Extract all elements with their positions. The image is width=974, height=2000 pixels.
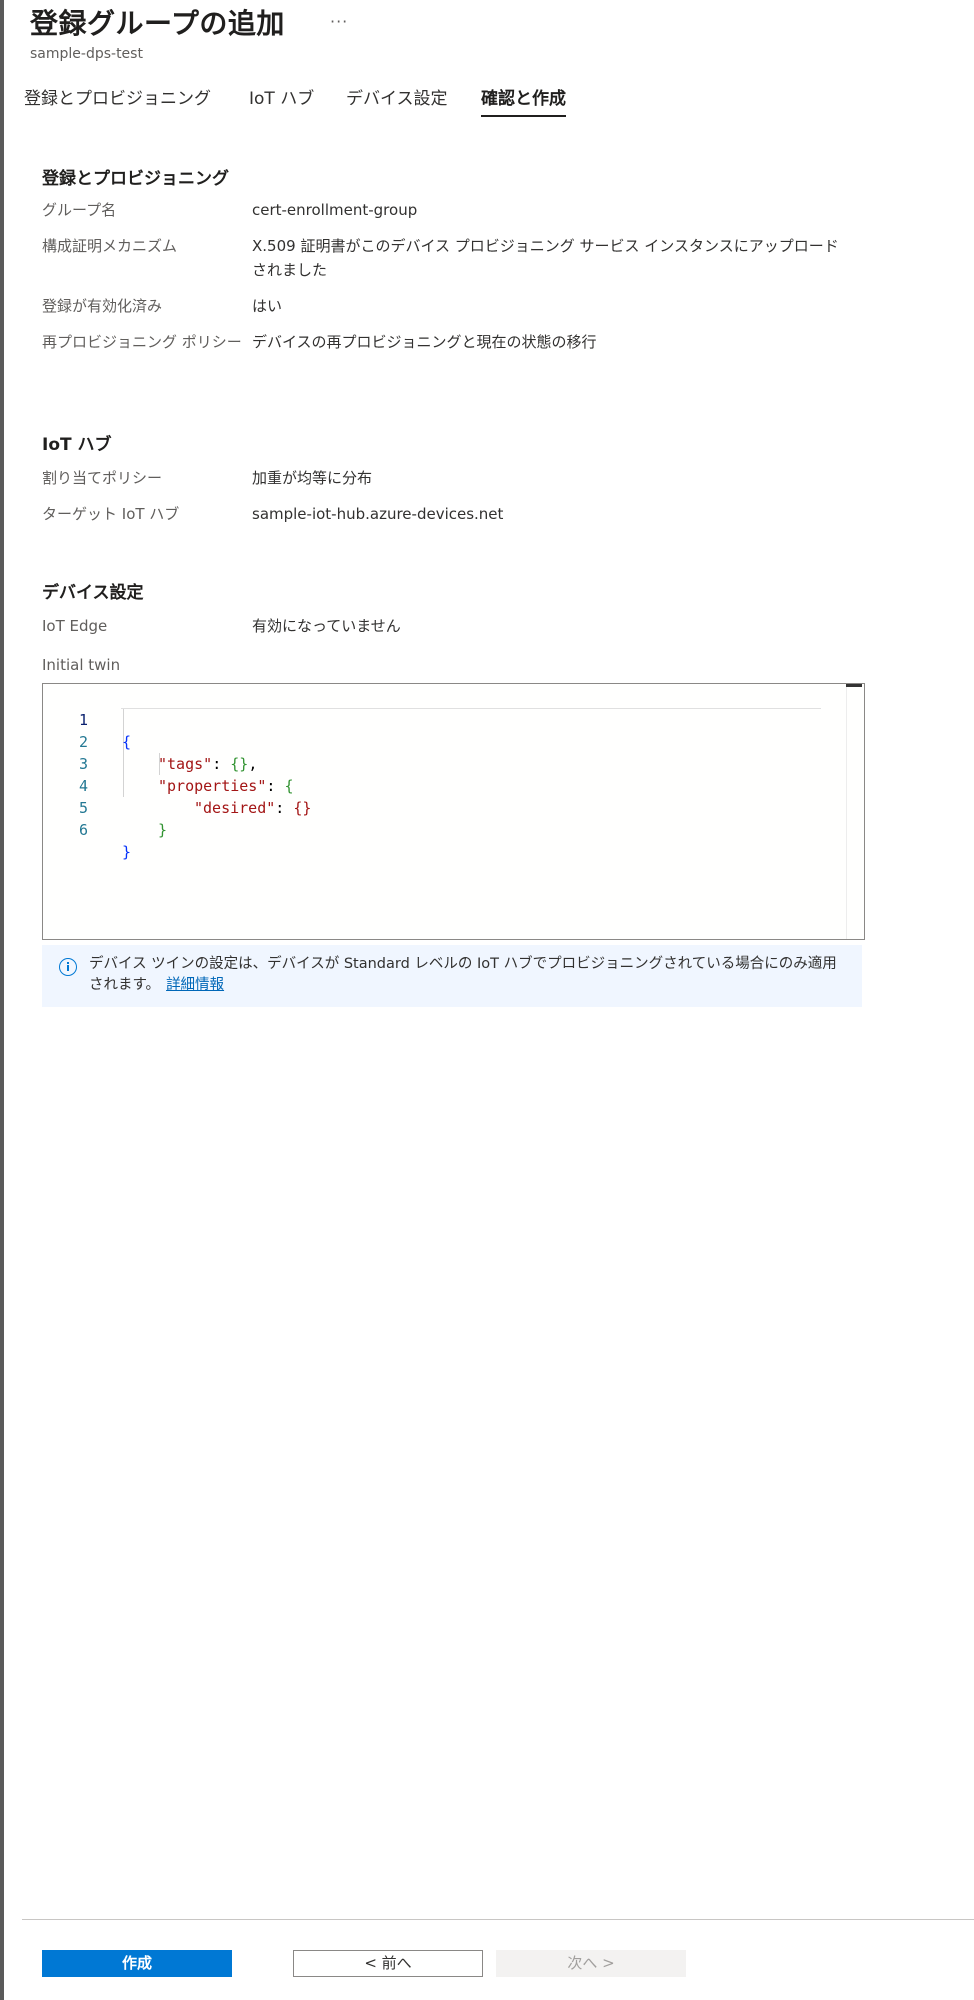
code-line: 1 {: [43, 687, 823, 751]
create-button[interactable]: 作成: [42, 1950, 232, 1977]
group-name-label: グループ名: [42, 201, 117, 219]
code-line: 4 "desired": {}: [43, 753, 823, 817]
allocation-policy-label: 割り当てポリシー: [42, 469, 163, 487]
iot-edge-value: 有効になっていません: [252, 617, 401, 635]
section-heading-iot-hub: IoT ハブ: [42, 435, 112, 455]
info-message: デバイス ツインの設定は、デバイスが Standard レベルの IoT ハブで…: [89, 954, 849, 996]
initial-twin-editor[interactable]: 1 { 2 "tags": {}, 3 "properties": { 4 "d…: [42, 683, 865, 940]
tab-device-settings[interactable]: デバイス設定: [346, 84, 448, 119]
learn-more-link[interactable]: 詳細情報: [166, 977, 224, 993]
tab-registration-provisioning[interactable]: 登録とプロビジョニング: [24, 84, 211, 119]
group-name-value: cert-enrollment-group: [252, 201, 418, 219]
previous-button[interactable]: < 前へ: [293, 1950, 483, 1977]
reprovision-policy-value: デバイスの再プロビジョニングと現在の状態の移行: [252, 333, 597, 351]
code-line: 6 }: [43, 797, 823, 861]
code-line: 3 "properties": {: [43, 731, 823, 795]
line-number: 6: [78, 821, 88, 839]
section-heading-provisioning: 登録とプロビジョニング: [42, 169, 229, 189]
target-iot-hub-label: ターゲット IoT ハブ: [42, 505, 180, 523]
iot-edge-label: IoT Edge: [42, 617, 108, 635]
tab-review-create[interactable]: 確認と作成: [481, 84, 566, 119]
attestation-value: X.509 証明書がこのデバイス プロビジョニング サービス インスタンスにアッ…: [252, 237, 839, 279]
brace: }: [158, 821, 168, 839]
enrollment-enabled-label: 登録が有効化済み: [42, 297, 163, 315]
allocation-policy-value: 加重が均等に分布: [252, 469, 373, 487]
attestation-label: 構成証明メカニズム: [42, 237, 178, 255]
window-left-border: [0, 0, 4, 2000]
tab-iot-hub[interactable]: IoT ハブ: [249, 84, 314, 119]
reprovision-policy-label: 再プロビジョニング ポリシー: [42, 333, 242, 351]
footer-divider: [22, 1919, 974, 1920]
info-icon: [59, 958, 77, 976]
page-title: 登録グループの追加: [30, 7, 285, 40]
next-button: 次へ >: [496, 1950, 686, 1977]
code-line: 2 "tags": {},: [43, 709, 823, 773]
target-iot-hub-value: sample-iot-hub.azure-devices.net: [252, 505, 504, 523]
brace: }: [122, 843, 132, 861]
initial-twin-label: Initial twin: [42, 656, 121, 674]
editor-scrollbar[interactable]: [846, 684, 864, 939]
more-options-button[interactable]: ···: [330, 12, 348, 31]
info-message-bar: デバイス ツインの設定は、デバイスが Standard レベルの IoT ハブで…: [42, 945, 862, 1007]
enrollment-enabled-value: はい: [252, 297, 283, 315]
section-heading-device-settings: デバイス設定: [42, 583, 144, 603]
scrollbar-thumb[interactable]: [846, 684, 862, 687]
code-line: 5 }: [43, 775, 823, 839]
page-subtitle: sample-dps-test: [30, 46, 143, 62]
